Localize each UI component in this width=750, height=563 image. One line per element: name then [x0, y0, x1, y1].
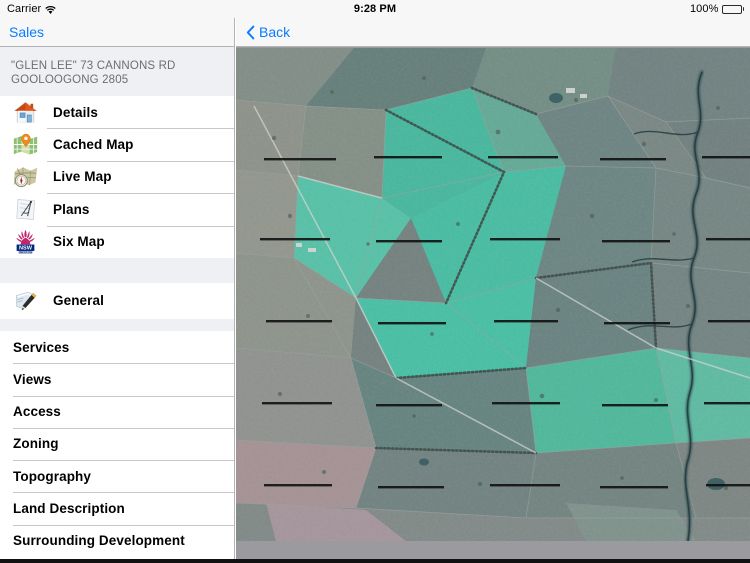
aerial-imagery	[236, 48, 750, 541]
sidebar-item-label: Six Map	[53, 234, 105, 250]
sidebar-item-label: Details	[53, 104, 98, 120]
section-gap-2	[0, 318, 234, 331]
app-root: Carrier 9:28 PM 100% Sales "GLEN LEE" 73…	[0, 0, 750, 563]
general-menu-group: General	[0, 282, 234, 319]
section-gap	[0, 257, 234, 283]
sidebar-item-six-map[interactable]: NSW GOVERNMENT Six Map	[0, 225, 234, 258]
battery-full-icon	[721, 4, 744, 14]
list-item-label: Access	[13, 404, 61, 420]
sidebar-navbar: Sales	[0, 18, 234, 47]
list-item-label: Zoning	[13, 436, 59, 452]
status-bar-right: 100%	[690, 3, 744, 15]
list-item-label: Views	[13, 371, 52, 387]
sidebar-item-plans[interactable]: Plans	[0, 193, 234, 226]
list-item-label: Services	[13, 339, 70, 355]
sidebar-item-label: Plans	[53, 201, 90, 217]
svg-text:GOVERNMENT: GOVERNMENT	[18, 252, 31, 254]
sidebar-item-zoning[interactable]: Zoning	[0, 427, 234, 461]
property-address-header: "GLEN LEE" 73 CANNONS RD GOOLOOGONG 2805	[0, 47, 234, 96]
attributes-list-group: Services Views Access Zoning Topography …	[0, 330, 234, 558]
nsw-government-icon: NSW GOVERNMENT	[8, 227, 42, 257]
sales-back-button[interactable]: Sales	[9, 24, 44, 40]
sidebar-master-pane: Sales "GLEN LEE" 73 CANNONS RD GOOLOOGON…	[0, 18, 235, 563]
notepad-pen-icon	[8, 286, 42, 316]
list-item-label: Land Description	[13, 501, 125, 517]
sidebar-item-label: Cached Map	[53, 137, 134, 153]
sidebar-item-label: Live Map	[53, 169, 112, 185]
blueprint-icon	[8, 194, 42, 224]
status-bar-time: 9:28 PM	[353, 3, 397, 15]
sidebar-item-land-description[interactable]: Land Description	[0, 492, 234, 525]
back-button[interactable]: Back	[246, 24, 290, 40]
icon-menu-group: Details Cached Map Live Map Plans NSW GO…	[0, 96, 234, 258]
sidebar-item-live-map[interactable]: Live Map	[0, 160, 234, 194]
detail-navbar: Back	[236, 18, 750, 47]
map-pin-icon	[8, 130, 42, 160]
sidebar-item-topography[interactable]: Topography	[0, 460, 234, 493]
aerial-map-view[interactable]	[236, 48, 750, 541]
property-address-text: "GLEN LEE" 73 CANNONS RD GOOLOOGONG 2805	[11, 60, 176, 86]
map-compass-icon	[8, 162, 42, 192]
sidebar-item-surrounding-development[interactable]: Surrounding Development	[0, 524, 234, 558]
sidebar-item-services[interactable]: Services	[0, 330, 234, 364]
sidebar-item-access[interactable]: Access	[0, 395, 234, 428]
house-icon	[8, 97, 42, 127]
back-button-label: Back	[259, 24, 291, 40]
svg-text:NSW: NSW	[19, 246, 33, 252]
status-bar: Carrier 9:28 PM 100%	[0, 0, 750, 18]
sidebar-item-views[interactable]: Views	[0, 363, 234, 396]
chevron-left-icon	[246, 25, 255, 40]
screen-bottom-edge	[0, 559, 750, 563]
sidebar-item-cached-map[interactable]: Cached Map	[0, 128, 234, 161]
sidebar-item-label: General	[53, 293, 104, 309]
list-item-label: Topography	[13, 468, 91, 484]
sidebar-item-details[interactable]: Details	[0, 96, 234, 129]
sidebar-item-general[interactable]: General	[0, 282, 234, 319]
battery-percent-label: 100%	[689, 3, 719, 15]
detail-pane: Back	[236, 18, 750, 563]
list-item-label: Surrounding Development	[13, 533, 185, 549]
